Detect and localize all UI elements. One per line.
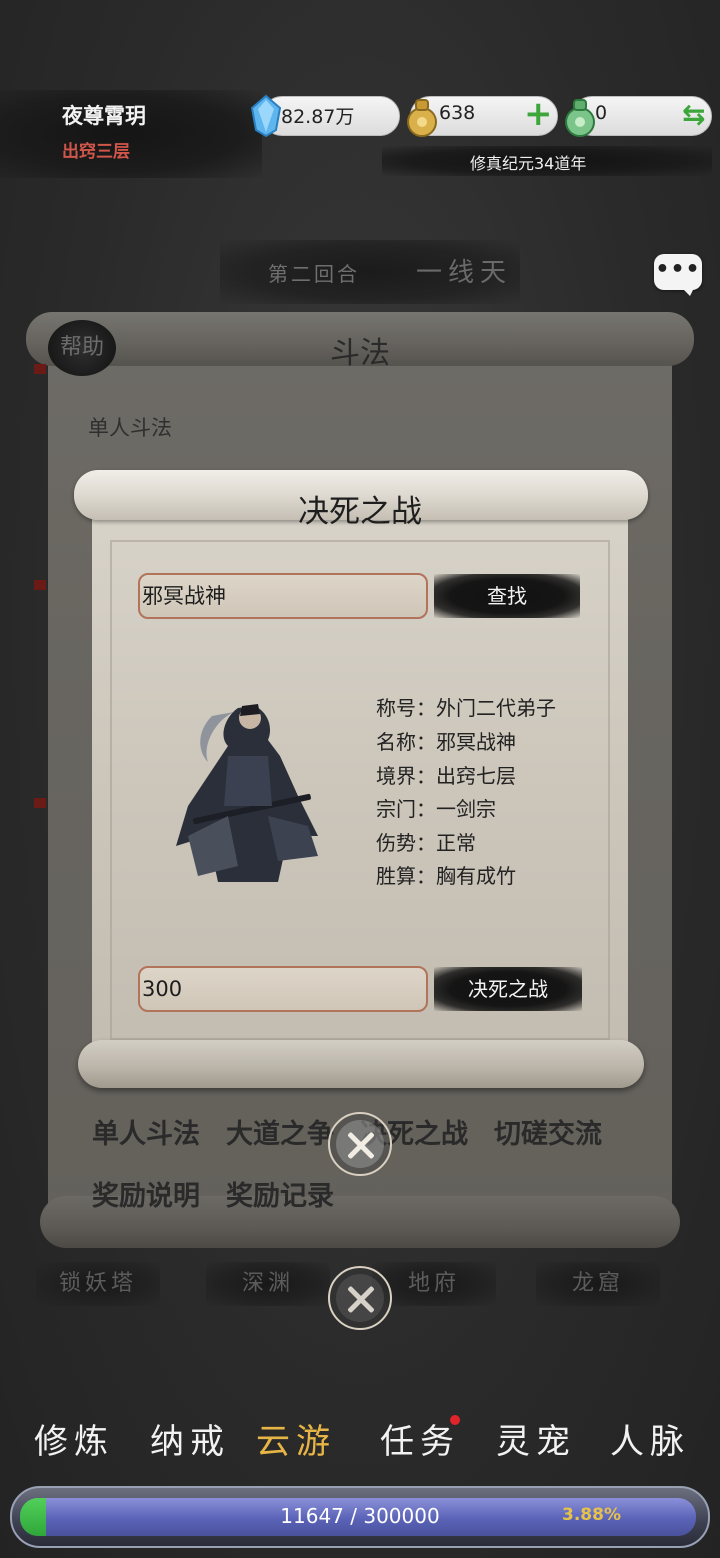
- info-row-injury: 伤势：正常: [376, 827, 476, 856]
- gold-bag-icon: [407, 99, 437, 137]
- spirit-stone-value: 82.87万: [281, 106, 355, 128]
- search-input[interactable]: 邪冥战神: [138, 573, 428, 619]
- player-name: 夜尊霄玥: [62, 104, 146, 128]
- info-value: 出窍七层: [436, 764, 516, 788]
- chat-button[interactable]: •••: [654, 254, 702, 296]
- game-date: 修真纪元34道年: [470, 154, 587, 173]
- jade-value: 0: [595, 102, 608, 124]
- round-label: 第二回合: [268, 262, 360, 286]
- round-name: 一线天: [416, 258, 513, 288]
- close-outer-dialog-button[interactable]: [328, 1266, 392, 1330]
- tab-reward-info[interactable]: 奖励说明: [92, 1174, 200, 1213]
- info-value: 邪冥战神: [436, 730, 516, 754]
- map-dragon-cave[interactable]: 龙窟: [536, 1262, 660, 1306]
- info-value: 胸有成竹: [436, 864, 516, 888]
- inner-dialog-bottom-rod: [78, 1040, 644, 1088]
- info-value: 一剑宗: [436, 797, 496, 821]
- map-lock-demon-tower[interactable]: 锁妖塔: [36, 1262, 160, 1306]
- side-marker: [34, 580, 46, 590]
- nav-tasks[interactable]: 任务: [380, 1414, 460, 1463]
- nav-ring[interactable]: 纳戒: [150, 1414, 230, 1463]
- side-marker: [34, 364, 46, 374]
- tab-dao-contest[interactable]: 大道之争: [226, 1112, 334, 1151]
- nav-wander[interactable]: 云游: [256, 1414, 336, 1463]
- jade-bag-icon: [565, 99, 595, 137]
- info-row-name: 名称：邪冥战神: [376, 726, 516, 755]
- info-row-realm: 境界：出窍七层: [376, 760, 516, 789]
- search-button[interactable]: 查找: [434, 574, 580, 618]
- map-abyss[interactable]: 深渊: [206, 1262, 330, 1306]
- info-label: 伤势：: [376, 831, 436, 855]
- tab-reward-log[interactable]: 奖励记录: [226, 1174, 334, 1213]
- info-label: 胜算：: [376, 864, 436, 888]
- tab-sparring[interactable]: 切磋交流: [494, 1112, 602, 1151]
- nav-contacts[interactable]: 人脉: [610, 1414, 690, 1463]
- info-label: 称号：: [376, 696, 436, 720]
- info-label: 境界：: [376, 764, 436, 788]
- info-label: 宗门：: [376, 797, 436, 821]
- info-value: 外门二代弟子: [436, 696, 556, 720]
- death-duel-button[interactable]: 决死之战: [434, 967, 582, 1011]
- opponent-portrait: [176, 704, 318, 882]
- gold-value: 638: [439, 102, 476, 124]
- stake-input[interactable]: 300: [138, 966, 428, 1012]
- inner-dialog-title: 决死之战: [298, 494, 422, 530]
- crystal-icon: [250, 94, 282, 138]
- info-value: 正常: [436, 831, 476, 855]
- tab-single-duel[interactable]: 单人斗法: [92, 1112, 200, 1151]
- side-marker: [34, 798, 46, 808]
- notification-dot: [450, 1415, 460, 1425]
- exchange-icon[interactable]: ⇆: [682, 98, 705, 131]
- player-realm: 出窍三层: [62, 142, 130, 162]
- info-row-odds: 胜算：胸有成竹: [376, 860, 516, 889]
- info-row-title: 称号：外门二代弟子: [376, 692, 556, 721]
- chat-icon: •••: [655, 257, 701, 282]
- info-row-sect: 宗门：一剑宗: [376, 793, 496, 822]
- info-label: 名称：: [376, 730, 436, 754]
- add-gold-icon[interactable]: +: [524, 94, 553, 134]
- nav-pets[interactable]: 灵宠: [496, 1414, 576, 1463]
- outer-dialog-subtitle: 单人斗法: [88, 416, 172, 440]
- outer-dialog-title: 斗法: [330, 336, 390, 371]
- xp-percent: 3.88%: [562, 1505, 621, 1525]
- nav-cultivate[interactable]: 修炼: [34, 1414, 114, 1463]
- close-inner-dialog-button[interactable]: [328, 1112, 392, 1176]
